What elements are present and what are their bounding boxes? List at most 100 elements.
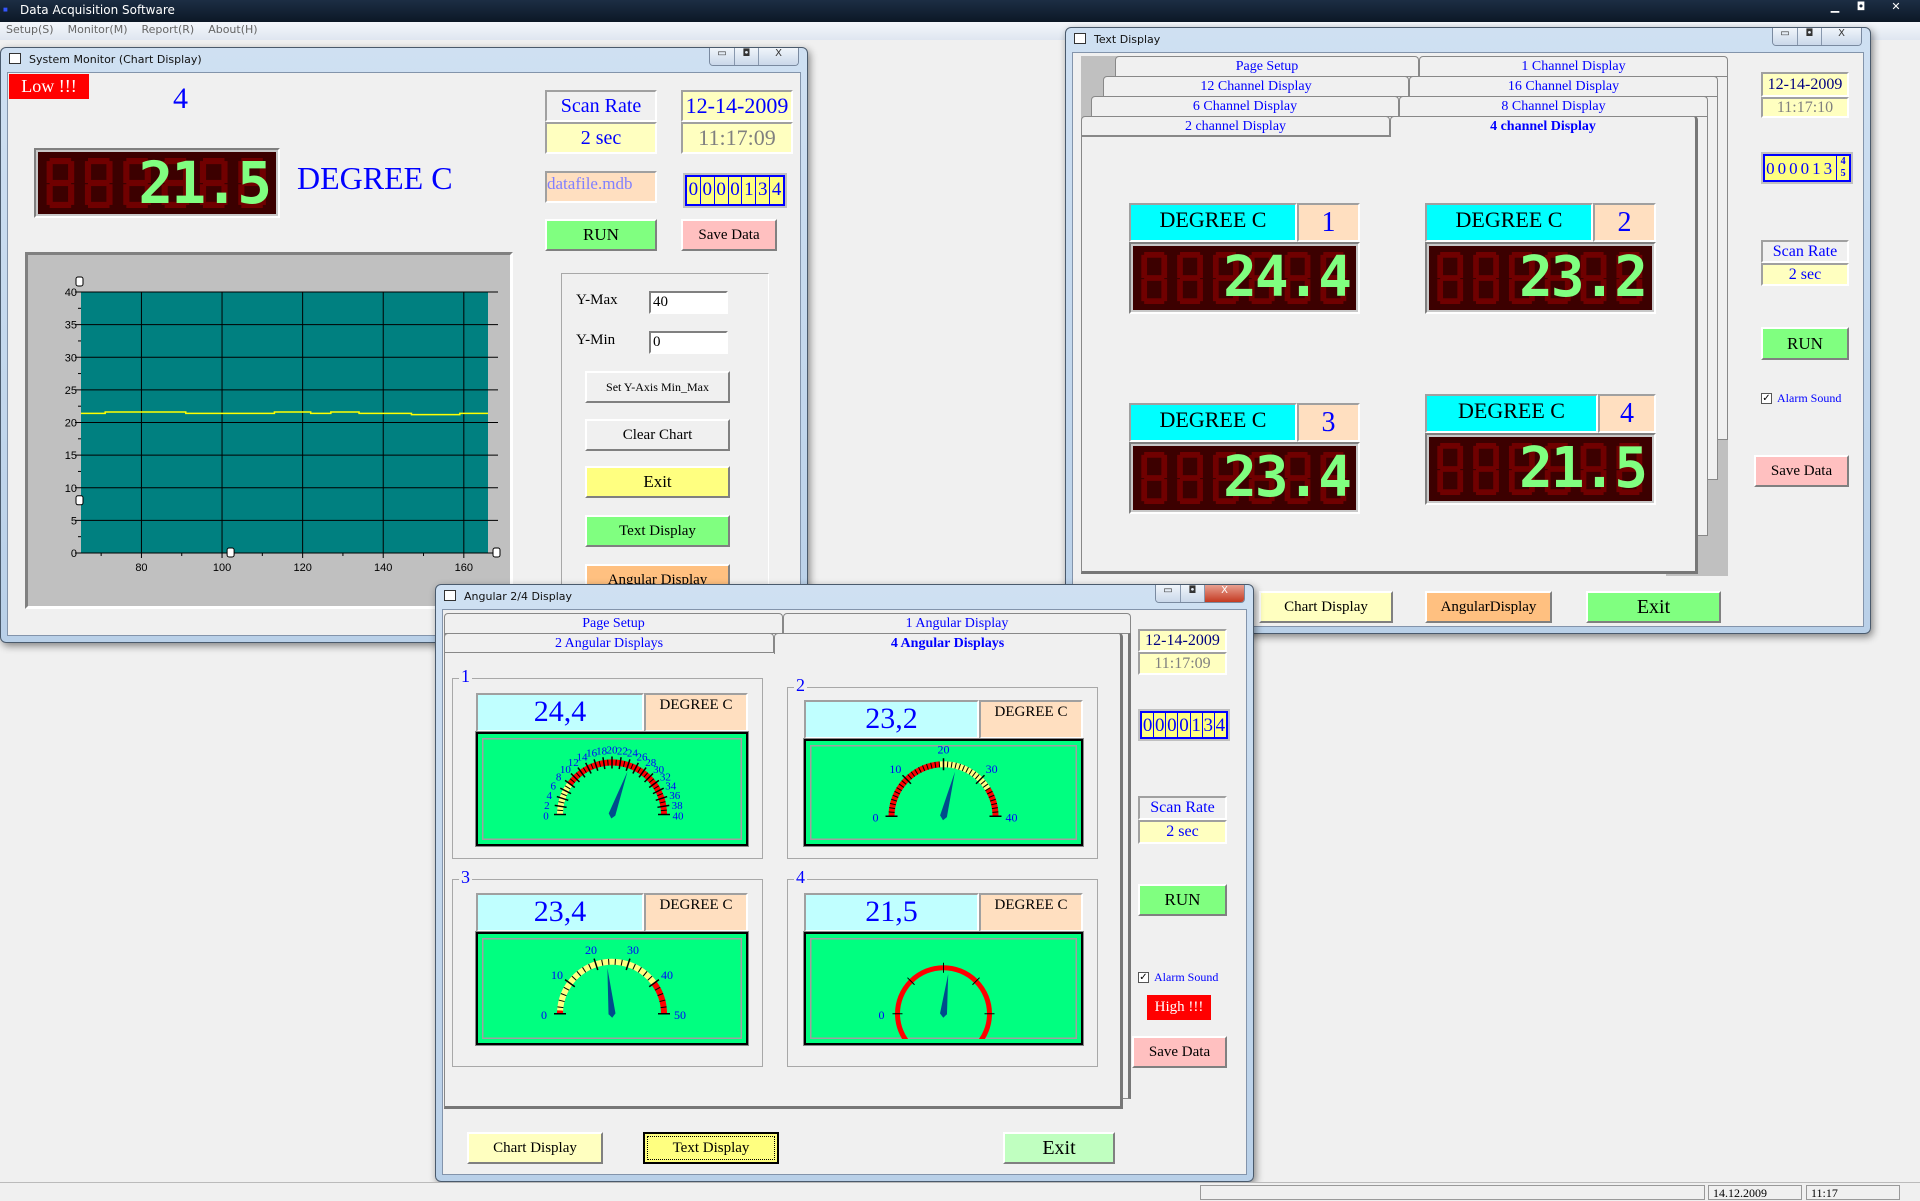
chart-cursor-handle[interactable] [493,548,500,557]
time-display: 11:17:09 [681,122,793,154]
unit-label: DEGREE C [297,160,453,197]
alarm-sound-checkbox[interactable]: ✓Alarm Sound [1138,970,1218,985]
gauge-1-number: 1 [459,666,472,687]
checkbox-checked-icon[interactable]: ✓ [1138,972,1149,983]
chart-display-button[interactable]: Chart Display [1259,591,1393,623]
counter-digit: 0 [1177,713,1189,737]
ymin-label: Y-Min [576,332,615,349]
high-alarm-label: High !!! [1147,995,1211,1020]
scan-rate-value: 2 sec [1138,820,1227,844]
exit-button[interactable]: Exit [585,466,730,498]
channel-4-value: 21.5 [1519,441,1646,497]
led-segment [1493,470,1499,492]
angular-display-button[interactable]: AngularDisplay [1425,591,1552,623]
menu-setup[interactable]: Setup(S) [6,23,54,40]
menu-report[interactable]: Report(R) [141,23,194,40]
tab-page-setup[interactable]: Page Setup [444,613,783,633]
y-tick-label: 0 [71,548,77,560]
led-segment [1161,479,1167,501]
led-segment [123,184,129,205]
chart-cursor-handle[interactable] [76,496,83,505]
gauge-2-unit: DEGREE C [979,700,1083,739]
save-data-button[interactable]: Save Data [1754,455,1849,487]
checkbox-checked-icon[interactable]: ✓ [1761,393,1772,404]
run-button[interactable]: RUN [545,219,657,251]
led-segment [1476,298,1496,304]
maximize-button[interactable]: ◘ [734,48,758,65]
minimize-button[interactable]: ▭ [1156,585,1180,602]
y-tick-label: 10 [65,483,77,495]
maximize-button[interactable]: ◘ [1797,28,1821,45]
tab-16-channel[interactable]: 16 Channel Display [1409,76,1718,96]
led-segment [85,161,91,183]
date-display: 12-14-2009 [681,90,793,122]
tab-1-angular[interactable]: 1 Angular Display [783,613,1131,633]
text-display-window: Text Display ▭◘X Page Setup 1 Channel Di… [1065,27,1871,634]
led-segment [1457,470,1463,492]
exit-button[interactable]: Exit [1586,591,1721,623]
counter-digit: 0 [1142,713,1153,737]
ymax-input[interactable] [649,291,728,314]
text-display-button[interactable]: Text Display [643,1132,779,1164]
y-tick-label: 30 [65,352,77,364]
date-display: 12-14-2009 [1138,629,1227,652]
led-segment [1177,255,1183,278]
run-button[interactable]: RUN [1761,327,1849,360]
app-minimize-button[interactable]: ▁ [1822,0,1848,16]
led-segment [1213,455,1219,478]
scan-rate-value: 2 sec [545,122,657,154]
save-data-button[interactable]: Save Data [1132,1036,1227,1068]
ymin-input[interactable] [649,331,728,354]
app-restore-button[interactable]: ◘ [1848,0,1874,16]
minimize-button[interactable]: ▭ [1773,28,1797,45]
menu-monitor[interactable]: Monitor(M) [68,23,128,40]
channel-2-unit: DEGREE C [1425,203,1593,242]
text-display-button[interactable]: Text Display [585,515,730,547]
close-button[interactable]: X [1204,585,1244,602]
tab-4-angular[interactable]: 4 Angular Displays [774,633,1123,654]
led-segment [1473,255,1479,278]
app-close-button[interactable]: ✕ [1876,0,1916,16]
chart-cursor-handle[interactable] [227,548,234,557]
led-segment [1440,298,1460,304]
tab-6-channel[interactable]: 6 Channel Display [1091,96,1399,116]
tab-12-channel[interactable]: 12 Channel Display [1103,76,1409,96]
gauge-scale-label: 40 [661,968,673,982]
counter-digit: 0 [700,177,714,204]
counter-digit: 0 [728,177,742,204]
alarm-sound-checkbox[interactable]: ✓Alarm Sound [1761,391,1841,406]
status-date: 14.12.2009 [1708,1185,1802,1200]
chart-display-button[interactable]: Chart Display [467,1132,603,1164]
led-segment [1437,470,1443,492]
counter-digit: 3 [1202,713,1214,737]
led-segment [1437,255,1443,278]
tab-page-setup[interactable]: Page Setup [1115,56,1419,76]
tab-2-angular[interactable]: 2 Angular Displays [444,633,774,653]
tab-8-channel[interactable]: 8 Channel Display [1399,96,1708,116]
record-counter: 0000134 [685,175,785,206]
led-segment [1161,255,1167,278]
exit-button[interactable]: Exit [1003,1132,1115,1164]
scan-rate-label: Scan Rate [545,90,657,122]
gauge-4-unit: DEGREE C [979,893,1083,932]
close-button[interactable]: X [758,48,798,65]
tab-4-channel[interactable]: 4 channel Display [1390,116,1698,137]
led-segment [1180,498,1200,504]
save-data-button[interactable]: Save Data [681,219,777,251]
minimize-button[interactable]: ▭ [710,48,734,65]
maximize-button[interactable]: ◘ [1180,585,1204,602]
menu-about[interactable]: About(H) [208,23,257,40]
time-display: 11:17:10 [1761,97,1849,118]
gauge-2-value: 23,2 [804,700,979,739]
led-segment [1144,475,1164,481]
chart-cursor-handle[interactable] [76,277,83,286]
tab-2-channel[interactable]: 2 channel Display [1081,116,1390,136]
tab-1-channel[interactable]: 1 Channel Display [1419,56,1728,76]
clear-chart-button[interactable]: Clear Chart [585,419,730,451]
set-y-axis-button[interactable]: Set Y-Axis Min_Max [585,371,730,403]
led-segment [1440,252,1460,258]
channel-3-number: 3 [1297,403,1360,442]
led-segment [1476,489,1496,495]
run-button[interactable]: RUN [1138,884,1227,916]
close-button[interactable]: X [1821,28,1861,45]
